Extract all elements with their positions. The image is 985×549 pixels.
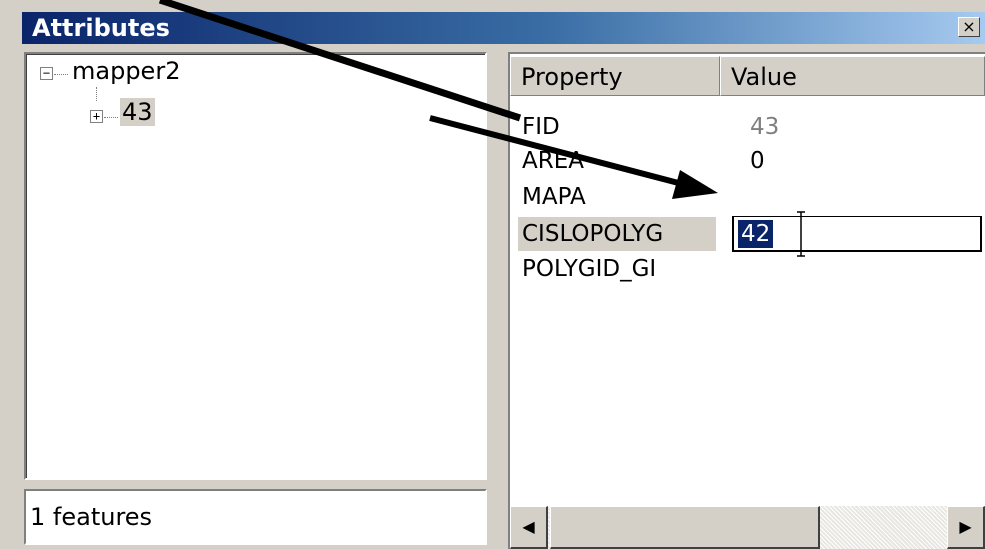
window-title: Attributes — [32, 14, 170, 42]
scroll-left-button[interactable]: ◀ — [510, 506, 548, 549]
close-button[interactable]: × — [958, 17, 980, 37]
scroll-right-button[interactable]: ▶ — [947, 506, 985, 549]
status-panel: 1 features — [24, 489, 487, 545]
property-name[interactable]: POLYGID_GI — [518, 252, 660, 286]
arrow-right-icon: ▶ — [959, 517, 972, 536]
selected-value-text[interactable]: 42 — [738, 220, 774, 248]
value-column-header[interactable]: Value — [720, 56, 985, 96]
close-icon: × — [962, 17, 976, 36]
property-name[interactable]: MAPA — [518, 180, 590, 214]
feature-count: 1 features — [30, 503, 153, 531]
attributes-window: Attributes × − mapper2 + 43 1 features P… — [0, 0, 985, 549]
property-value[interactable]: 0 — [750, 144, 765, 178]
tree-connector — [54, 74, 68, 75]
tree-node-mapper2[interactable]: mapper2 — [72, 57, 180, 85]
scroll-thumb[interactable] — [550, 506, 820, 549]
tree-node-43[interactable]: 43 — [120, 98, 155, 126]
property-name[interactable]: AREA — [518, 144, 588, 178]
collapse-icon[interactable]: − — [40, 67, 53, 80]
horizontal-scrollbar[interactable]: ◀ ▶ — [510, 506, 985, 549]
value-edit-field[interactable]: 42 — [732, 211, 982, 257]
property-grid: Property Value FID 43 AREA 0 MAPA CISLOP… — [508, 52, 985, 549]
tree-connector — [96, 87, 97, 101]
property-name-selected[interactable]: CISLOPOLYG — [518, 217, 716, 251]
tree-connector — [104, 117, 118, 118]
expand-icon[interactable]: + — [90, 110, 103, 123]
title-bar[interactable]: Attributes × — [22, 12, 985, 44]
property-column-header[interactable]: Property — [510, 56, 720, 96]
arrow-left-icon: ◀ — [522, 517, 535, 536]
ibeam-cursor-icon — [797, 211, 805, 257]
feature-tree[interactable]: − mapper2 + 43 — [24, 52, 487, 480]
property-name[interactable]: FID — [518, 110, 564, 144]
property-value: 43 — [750, 114, 780, 140]
